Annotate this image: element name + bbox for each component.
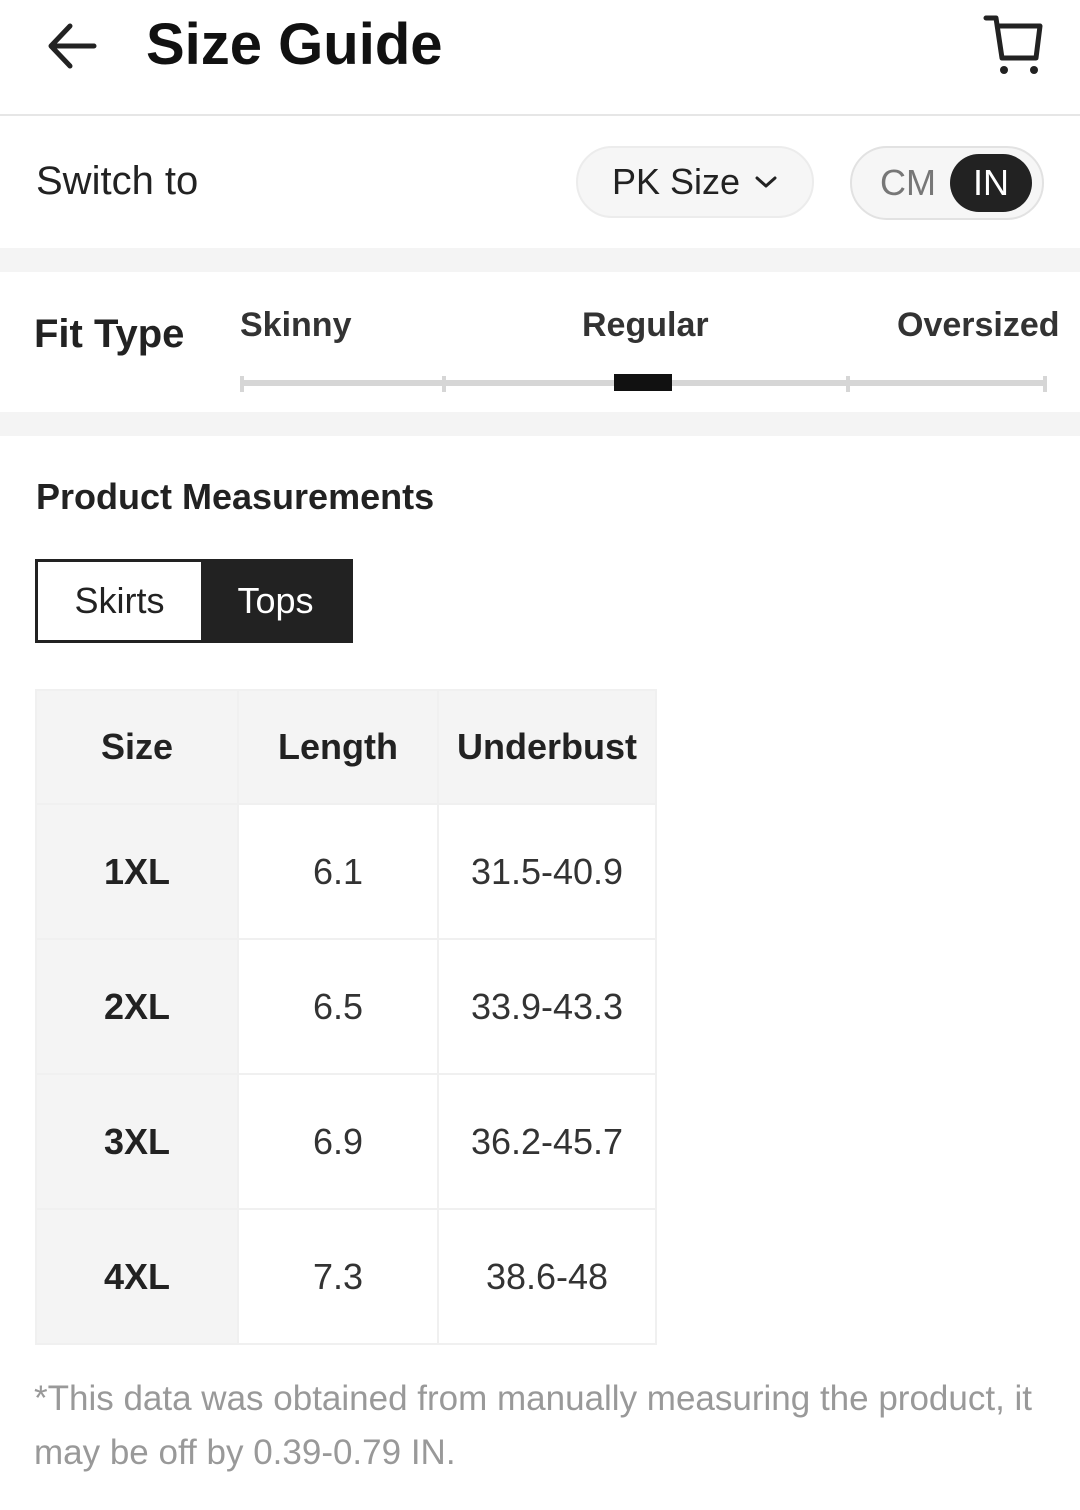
table-row: 4XL 7.3 38.6-48 — [35, 1208, 657, 1345]
fit-type-title: Fit Type — [34, 312, 185, 356]
unit-cm-option[interactable]: CM — [866, 154, 950, 212]
size-system-value: PK Size — [611, 161, 741, 202]
unit-toggle: CM IN — [850, 146, 1044, 220]
arrow-left-icon — [48, 23, 97, 69]
column-header-length: Length — [237, 689, 439, 805]
fit-scale-tick — [846, 376, 850, 392]
size-cell: 2XL — [35, 938, 239, 1075]
section-divider — [0, 248, 1080, 272]
column-header-size: Size — [35, 689, 239, 805]
switch-row: Switch to PK Size CM IN — [0, 116, 1080, 248]
fit-option-skinny: Skinny — [240, 306, 352, 344]
length-cell: 6.9 — [237, 1073, 439, 1210]
table-row: 2XL 6.5 33.9-43.3 — [35, 938, 657, 1075]
fit-scale-marker — [614, 374, 672, 391]
underbust-cell: 38.6-48 — [437, 1208, 657, 1345]
app-header: Size Guide — [0, 0, 1080, 116]
back-button[interactable] — [40, 14, 104, 78]
tab-tops[interactable]: Tops — [201, 562, 350, 640]
page-title: Size Guide — [146, 12, 443, 77]
category-tabs: Skirts Tops — [35, 559, 353, 643]
switch-label: Switch to — [36, 159, 199, 203]
size-table: Size Length Underbust 1XL 6.1 31.5-40.9 … — [35, 689, 657, 1345]
fit-scale-tick — [240, 376, 244, 392]
fit-option-oversized: Oversized — [897, 306, 1060, 344]
cart-icon — [983, 15, 1043, 74]
tab-skirts[interactable]: Skirts — [38, 562, 201, 640]
size-system-dropdown[interactable]: PK Size — [576, 146, 814, 218]
size-cell: 1XL — [35, 803, 239, 940]
measurement-disclaimer: *This data was obtained from manually me… — [34, 1379, 1033, 1472]
column-header-underbust: Underbust — [437, 689, 657, 805]
fit-scale-tick — [1043, 376, 1047, 392]
length-cell: 7.3 — [237, 1208, 439, 1345]
fit-scale-tick — [442, 376, 446, 392]
length-cell: 6.1 — [237, 803, 439, 940]
underbust-cell: 36.2-45.7 — [437, 1073, 657, 1210]
chevron-down-icon — [755, 176, 777, 188]
fit-option-regular: Regular — [582, 306, 709, 344]
section-divider — [0, 412, 1080, 436]
size-cell: 3XL — [35, 1073, 239, 1210]
underbust-cell: 31.5-40.9 — [437, 803, 657, 940]
table-row: 3XL 6.9 36.2-45.7 — [35, 1073, 657, 1210]
table-row: 1XL 6.1 31.5-40.9 — [35, 803, 657, 940]
length-cell: 6.5 — [237, 938, 439, 1075]
cart-button[interactable] — [980, 12, 1050, 78]
underbust-cell: 33.9-43.3 — [437, 938, 657, 1075]
unit-in-option[interactable]: IN — [950, 154, 1032, 212]
measurements-title: Product Measurements — [36, 476, 435, 517]
size-cell: 4XL — [35, 1208, 239, 1345]
table-header-row: Size Length Underbust — [35, 689, 657, 805]
fit-type-section: Fit Type Skinny Regular Oversized — [0, 272, 1080, 412]
